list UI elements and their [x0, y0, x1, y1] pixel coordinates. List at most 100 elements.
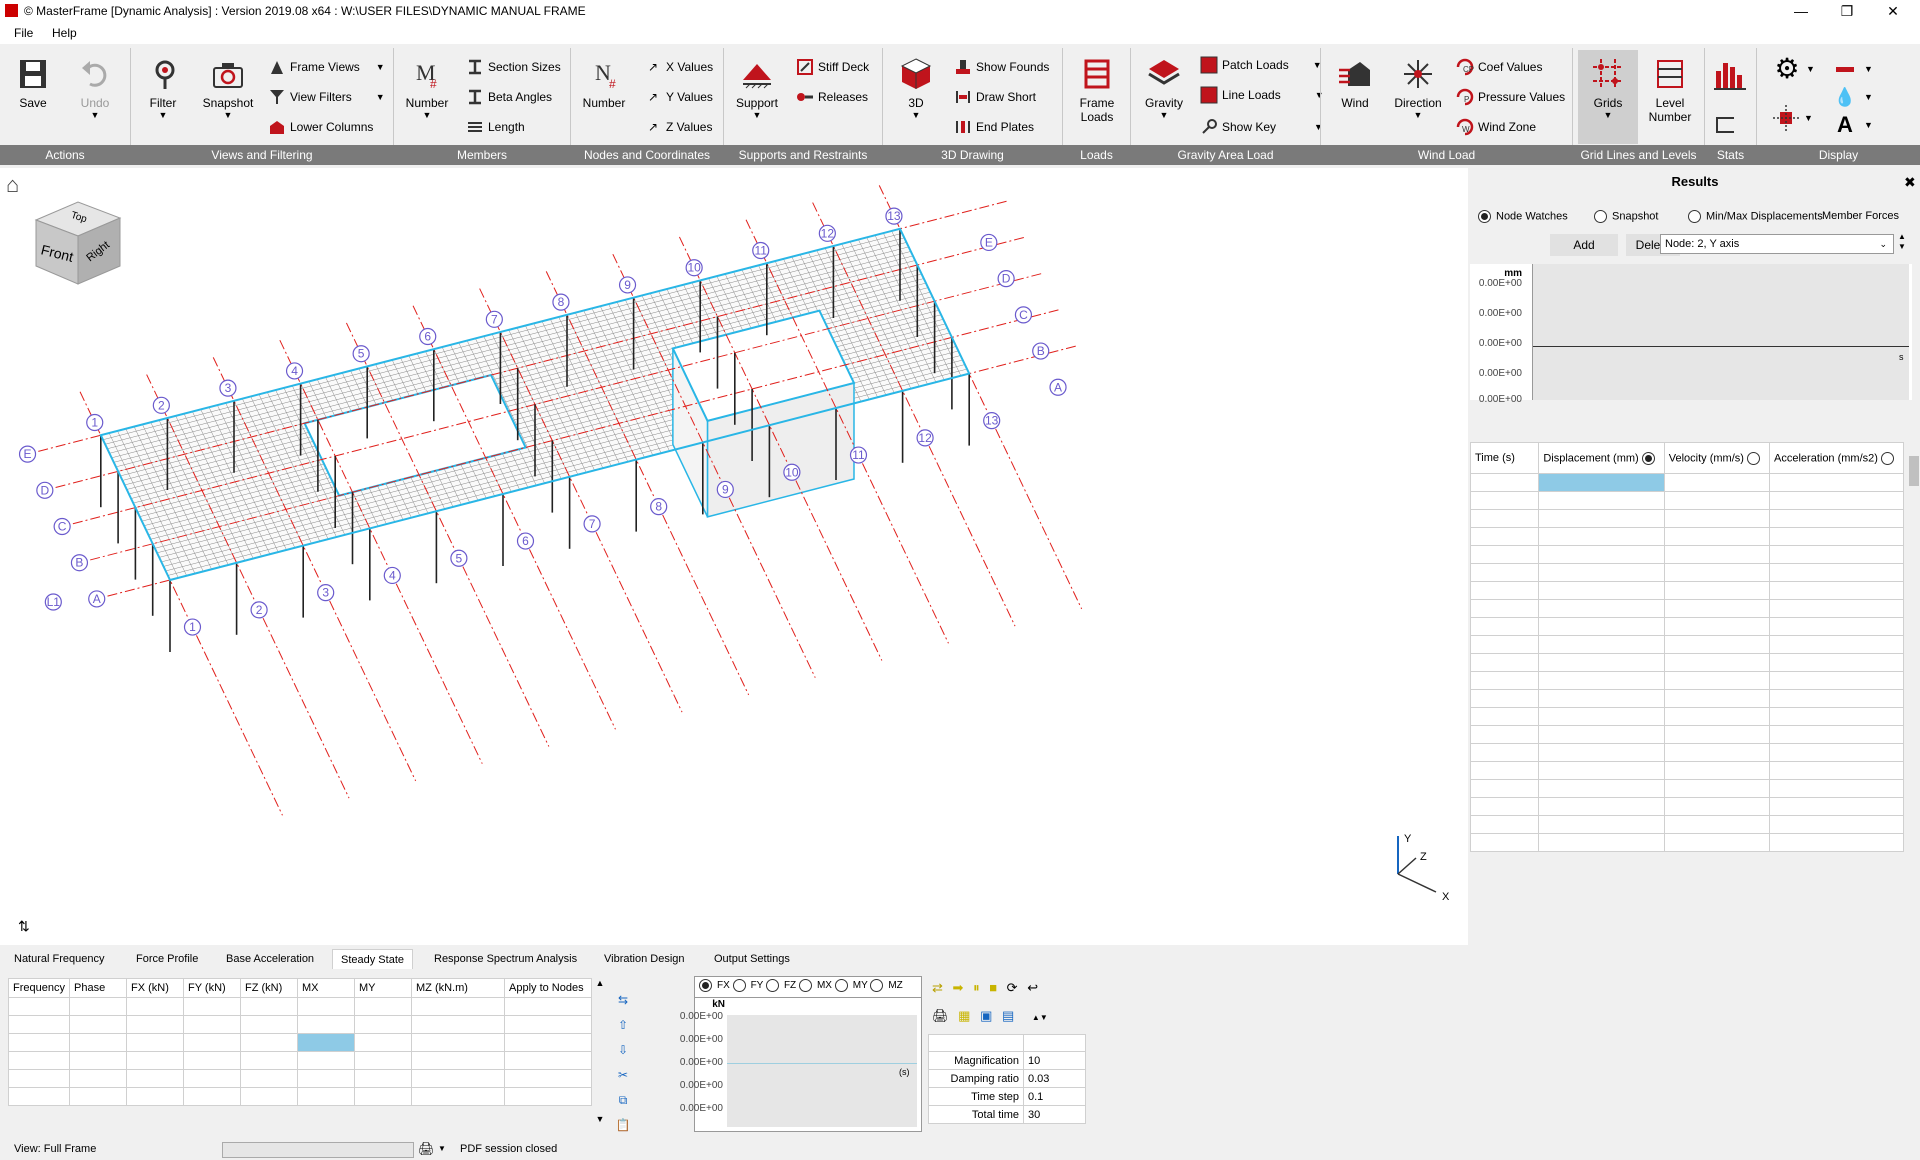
results-cell[interactable] [1769, 833, 1904, 852]
results-cell[interactable] [1663, 635, 1771, 654]
steady-cell[interactable] [504, 997, 592, 1016]
wind-button[interactable]: Wind [1338, 56, 1372, 110]
play-icon[interactable]: ➡ [953, 980, 964, 995]
results-cell[interactable] [1663, 653, 1771, 672]
grid-bubble-letter[interactable]: D [997, 270, 1015, 288]
beta-angles-button[interactable]: Beta Angles [466, 88, 552, 106]
results-cell[interactable] [1663, 527, 1771, 546]
grid-bubble-number[interactable]: 1 [86, 413, 104, 432]
patch-loads-button[interactable]: Patch Loads ▼ [1200, 56, 1322, 74]
results-cell[interactable] [1469, 779, 1540, 798]
steady-state-table[interactable]: Frequency Phase FX (kN) FY (kN) FZ (kN) … [8, 978, 592, 1106]
col-displacement[interactable]: Displacement (mm) [1538, 442, 1665, 474]
steady-cell[interactable] [240, 1051, 298, 1070]
steady-cell[interactable] [354, 1033, 412, 1052]
menu-file[interactable]: File [14, 26, 33, 40]
grid-bubble-number[interactable]: 6 [419, 327, 437, 346]
tab-response-spectrum[interactable]: Response Spectrum Analysis [434, 953, 577, 965]
results-cell[interactable] [1538, 653, 1665, 672]
tab-vibration-design[interactable]: Vibration Design [604, 953, 685, 965]
results-cell[interactable] [1769, 599, 1904, 618]
image-export-icon[interactable]: ▣ [980, 1008, 992, 1023]
results-cell[interactable] [1469, 563, 1540, 582]
grids-button[interactable]: Grids ▼ [1578, 50, 1638, 144]
grid-bubble-letter[interactable]: B [1032, 342, 1050, 360]
results-row[interactable] [1469, 563, 1904, 582]
steady-cell[interactable] [411, 1051, 505, 1070]
frame-views-button[interactable]: Frame Views ▼ [268, 58, 385, 76]
x-values-button[interactable]: ↗ X Values [644, 58, 713, 76]
results-cell[interactable] [1663, 599, 1771, 618]
mx-radio[interactable]: MX [798, 979, 832, 992]
grid-bubble-letter[interactable]: A [88, 590, 106, 608]
results-cell[interactable] [1538, 815, 1665, 834]
minimize-button[interactable]: — [1778, 0, 1824, 22]
results-cell[interactable] [1469, 743, 1540, 762]
results-cell[interactable] [1663, 617, 1771, 636]
grid-bubble-letter[interactable]: E [980, 233, 998, 252]
length-button[interactable]: Length [466, 118, 525, 136]
results-row[interactable] [1469, 779, 1904, 798]
results-cell[interactable] [1469, 671, 1540, 690]
move-down-icon[interactable]: ⇩ [614, 1038, 632, 1063]
results-cell[interactable] [1663, 491, 1771, 510]
move-up-icon[interactable]: ⇧ [614, 1013, 632, 1038]
results-cell[interactable] [1663, 581, 1771, 600]
grid-bubble-number[interactable]: 9 [618, 276, 637, 294]
steady-cell[interactable] [69, 1069, 127, 1088]
results-row[interactable] [1469, 599, 1904, 618]
grid-bubble-level[interactable]: L1 [44, 593, 62, 611]
grid-bubble-number[interactable]: 3 [219, 379, 237, 397]
results-cell[interactable] [1538, 761, 1665, 780]
stats-chart-button[interactable] [1712, 56, 1748, 96]
tab-natural-frequency[interactable]: Natural Frequency [14, 953, 105, 965]
results-cell[interactable] [1538, 707, 1665, 726]
spin-icon[interactable]: ▲▼ [1032, 1013, 1048, 1022]
param-value[interactable]: 0.03 [1023, 1069, 1086, 1088]
results-cell[interactable] [1538, 509, 1665, 528]
results-cell[interactable] [1769, 743, 1904, 762]
grid-bubble-number[interactable]: 5 [450, 549, 468, 567]
steady-cell[interactable] [354, 1069, 412, 1088]
add-button[interactable]: Add [1550, 234, 1618, 256]
steady-cell[interactable] [240, 1069, 298, 1088]
steady-cell[interactable] [126, 1087, 184, 1106]
steady-cell[interactable] [411, 1069, 505, 1088]
steady-cell[interactable] [69, 1087, 127, 1106]
steady-cell[interactable] [297, 1033, 355, 1052]
y-values-button[interactable]: ↗ Y Values [644, 88, 713, 106]
results-cell[interactable] [1469, 725, 1540, 744]
results-cell[interactable] [1538, 671, 1665, 690]
grid-bubble-number[interactable]: 10 [783, 463, 801, 481]
steady-cell[interactable] [8, 1033, 70, 1052]
min-max-radio[interactable]: Min/Max Displacements [1688, 210, 1823, 223]
3d-viewport[interactable]: ⌂ Top Front Right 1 1 2 2 3 3 4 4 5 5 6 6 7 7 8 8 9 9 10 10… [0, 168, 1468, 945]
grid-bubble-letter[interactable]: C [53, 517, 71, 536]
steady-row[interactable] [8, 1033, 592, 1052]
grid-bubble-number[interactable]: 7 [583, 515, 601, 533]
steady-cell[interactable] [240, 1015, 298, 1034]
grid-bubble-number[interactable]: 8 [650, 498, 668, 516]
results-cell[interactable] [1469, 635, 1540, 654]
grid-bubble-number[interactable]: 13 [885, 207, 903, 225]
col-velocity[interactable]: Velocity (mm/s) [1663, 442, 1771, 474]
results-cell[interactable] [1469, 491, 1540, 510]
steady-cell[interactable] [297, 1069, 355, 1088]
grid-bubble-letter[interactable]: B [70, 554, 89, 572]
grid-bubble-number[interactable]: 11 [849, 446, 868, 464]
steady-cell[interactable] [69, 1033, 127, 1052]
results-row[interactable] [1469, 833, 1904, 852]
steady-cell[interactable] [8, 1069, 70, 1088]
steady-cell[interactable] [126, 1033, 184, 1052]
results-cell[interactable] [1663, 761, 1771, 780]
results-cell[interactable] [1469, 761, 1540, 780]
results-cell[interactable] [1769, 689, 1904, 708]
grid-bubble-letter[interactable]: D [36, 481, 54, 499]
mz-radio[interactable]: MZ [870, 979, 903, 992]
steady-row[interactable] [8, 1051, 592, 1070]
results-row[interactable] [1469, 527, 1904, 546]
support-button[interactable]: Support ▼ [734, 56, 780, 120]
steady-cell[interactable] [126, 1069, 184, 1088]
results-row[interactable] [1469, 473, 1904, 492]
grid-bubble-number[interactable]: 12 [916, 429, 934, 447]
